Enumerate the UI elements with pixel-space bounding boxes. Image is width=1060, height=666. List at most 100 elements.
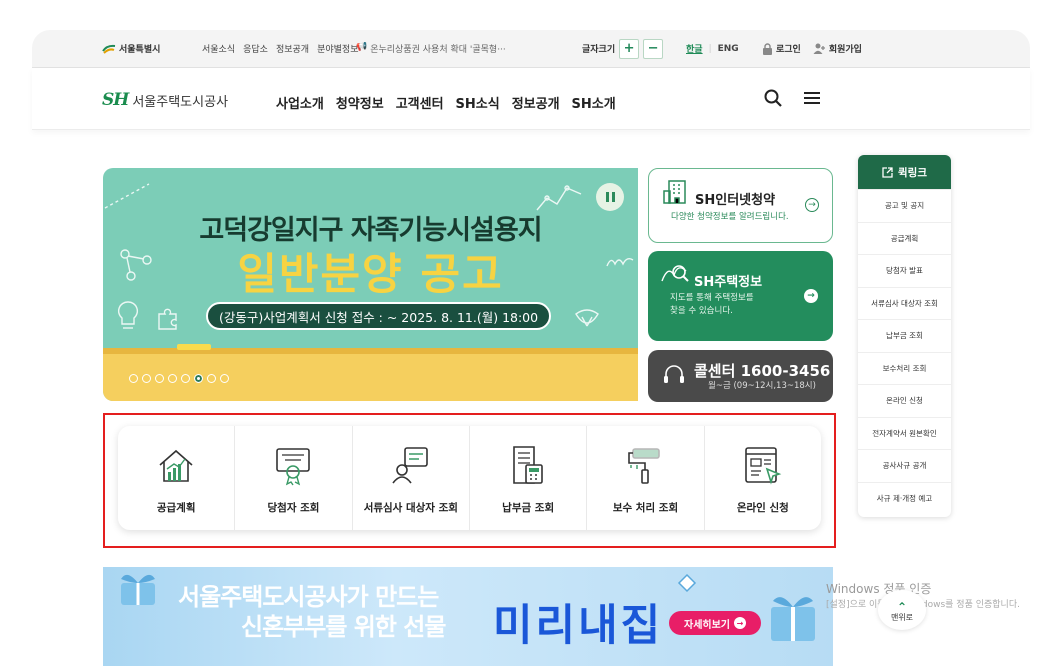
auth-links: 로그인 회원가입	[762, 42, 862, 55]
banner-dot[interactable]	[129, 374, 138, 383]
scroll-top-button[interactable]: ⌃ 맨위로	[878, 590, 926, 630]
login-label: 로그인	[776, 45, 801, 55]
house-chart-icon	[159, 449, 193, 482]
font-size-control: 글자크기 + −	[582, 38, 664, 59]
seoul-label: 서울특별시	[119, 45, 161, 55]
quick-link-online-apply[interactable]: 온라인 신청	[858, 384, 951, 417]
sh-housing-info-card[interactable]: SH주택정보 지도를 통해 주택정보를 찾을 수 있습니다. →	[648, 251, 833, 341]
service-repair-lookup[interactable]: 보수 처리 조회	[586, 426, 703, 530]
external-link-icon	[882, 166, 893, 178]
certificate-icon	[276, 448, 311, 486]
calculator-document-icon	[513, 446, 543, 484]
login-link[interactable]: 로그인	[762, 42, 801, 55]
utility-link-fields[interactable]: 분야별정보	[317, 42, 358, 55]
arrow-right-icon: →	[804, 289, 818, 303]
quick-link-winners[interactable]: 당첨자 발표	[858, 254, 951, 287]
banner-dot[interactable]	[194, 374, 203, 383]
banner-dot[interactable]	[155, 374, 164, 383]
nav-subscription[interactable]: 청약정보	[336, 93, 384, 112]
arrow-up-icon: ⌃	[896, 600, 908, 614]
seoul-city-link[interactable]: 서울특별시	[102, 42, 160, 55]
service-winner-lookup[interactable]: 당첨자 조회	[234, 426, 351, 530]
banner-dot[interactable]	[142, 374, 151, 383]
service-supply-plan[interactable]: 공급계획	[118, 426, 234, 530]
service-payment-lookup[interactable]: 납부금 조회	[468, 426, 586, 530]
sh-logo-text: 서울주택도시공사	[132, 94, 229, 110]
sh-internet-subscription-card[interactable]: SH인터넷청약 다양한 청약정보를 알려드립니다. →	[648, 168, 833, 243]
quick-link-header: 퀵링크	[858, 155, 951, 189]
utility-link-disclosure[interactable]: 정보공개	[276, 42, 309, 55]
main-banner[interactable]: 고덕강일지구 자족기능시설용지 일반분양 공고 (강동구)사업계획서 신청 접수…	[103, 168, 638, 401]
housing-card-desc-1: 지도를 통해 주택정보를	[670, 293, 754, 303]
main-nav: 사업소개 청약정보 고객센터 SH소식 정보공개 SH소개	[276, 93, 616, 112]
promo-more-label: 자세히보기	[684, 619, 730, 631]
banner-dot[interactable]	[207, 374, 216, 383]
promo-banner[interactable]: 서울주택도시공사가 만드는 신혼부부를 위한 선물 미리내집 자세히보기 →	[103, 567, 833, 666]
subscription-card-title: SH인터넷청약	[695, 193, 776, 208]
user-add-icon	[813, 43, 825, 54]
quick-link-supply-plan[interactable]: 공급계획	[858, 221, 951, 255]
diamond-icon	[677, 573, 697, 593]
promo-line2: 신혼부부를 위한 선물	[241, 613, 446, 641]
gift-icon	[121, 574, 155, 605]
quick-link-regulations[interactable]: 공사사규 공개	[858, 449, 951, 482]
service-shortcuts: 공급계획 당첨자 조회 서류심사 대상자 조회 납부금 조회 보수 처리 조회 …	[118, 426, 821, 530]
service-label: 서류심사 대상자 조회	[363, 502, 458, 514]
lang-english-link[interactable]: ENG	[718, 44, 739, 54]
promo-more-button[interactable]: 자세히보기 →	[669, 611, 761, 635]
banner-pagination	[129, 374, 229, 383]
banner-dot[interactable]	[168, 374, 177, 383]
language-switch: 한글 | ENG	[686, 42, 739, 56]
call-center-hours: 월~금 (09~12시,13~18시)	[708, 381, 816, 391]
nav-business[interactable]: 사업소개	[276, 93, 324, 112]
quick-link-notices[interactable]: 공고 및 공지	[858, 189, 951, 222]
notice-ticker[interactable]: 📢 온누리상품권 사용처 확대 '골목형···	[356, 42, 546, 55]
utility-link-news[interactable]: 서울소식	[202, 42, 235, 55]
quick-link-repair[interactable]: 보수처리 조회	[858, 351, 951, 385]
lang-korean-link[interactable]: 한글	[686, 42, 703, 55]
banner-title-line2: 일반분양 공고	[237, 250, 504, 300]
web-form-icon	[744, 447, 782, 485]
banner-dot[interactable]	[220, 374, 229, 383]
page: 서울특별시 서울소식 응답소 정보공개 분야별정보 📢 온누리상품권 사용처 확…	[0, 0, 1060, 666]
quick-link-document-review[interactable]: 서류심사 대상자 조회	[858, 286, 951, 320]
doodle-puzzle-icon	[158, 308, 177, 330]
call-center-card[interactable]: 콜센터 1600-3456 월~금 (09~12시,13~18시)	[648, 350, 833, 402]
nav-sh-news[interactable]: SH소식	[456, 93, 500, 112]
service-online-apply[interactable]: 온라인 신청	[703, 426, 821, 530]
seoul-logo-icon	[102, 44, 116, 54]
arrow-right-icon: →	[805, 198, 819, 212]
quick-link-payment[interactable]: 납부금 조회	[858, 319, 951, 352]
pause-icon-bar	[611, 192, 615, 202]
service-document-review[interactable]: 서류심사 대상자 조회	[351, 426, 469, 530]
font-increase-button[interactable]: +	[619, 38, 640, 59]
banner-dot[interactable]	[181, 374, 190, 383]
menu-icon[interactable]	[804, 91, 820, 105]
doodle-line-icon	[104, 183, 150, 209]
service-label: 보수 처리 조회	[612, 502, 679, 514]
font-decrease-button[interactable]: −	[643, 38, 664, 59]
nav-disclosure[interactable]: 정보공개	[512, 93, 560, 112]
doodle-shell-icon	[575, 309, 599, 327]
nav-about[interactable]: SH소개	[572, 93, 616, 112]
sh-logo[interactable]: SH 서울주택도시공사	[102, 90, 228, 110]
windows-activation-subtitle: [설정]으로 이동하여 Windows를 정품 인증합니다.	[826, 600, 1020, 610]
banner-period-badge: (강동구)사업계획서 신청 접수 : ~ 2025. 8. 11.(월) 18:…	[206, 302, 552, 330]
lang-separator: |	[708, 43, 712, 54]
notice-text: 온누리상품권 사용처 확대 '골목형···	[370, 45, 506, 55]
signup-link[interactable]: 회원가입	[813, 42, 862, 55]
quick-link-regulation-notice[interactable]: 사규 제·개정 예고	[858, 481, 951, 515]
banner-pause-button[interactable]	[596, 183, 624, 211]
chalk-icon	[177, 344, 211, 350]
megaphone-icon: 📢	[356, 42, 368, 52]
header-icons	[764, 89, 820, 107]
lock-icon	[763, 42, 772, 55]
service-label: 온라인 신청	[736, 502, 789, 514]
nav-customer-center[interactable]: 고객센터	[396, 93, 444, 112]
search-icon[interactable]	[764, 89, 782, 107]
map-search-icon	[661, 265, 689, 282]
building-icon	[663, 180, 686, 204]
quick-link-title: 퀵링크	[898, 166, 927, 179]
utility-link-eungdapso[interactable]: 응답소	[243, 42, 268, 55]
quick-link-e-contract[interactable]: 전자계약서 원본확인	[858, 416, 951, 450]
